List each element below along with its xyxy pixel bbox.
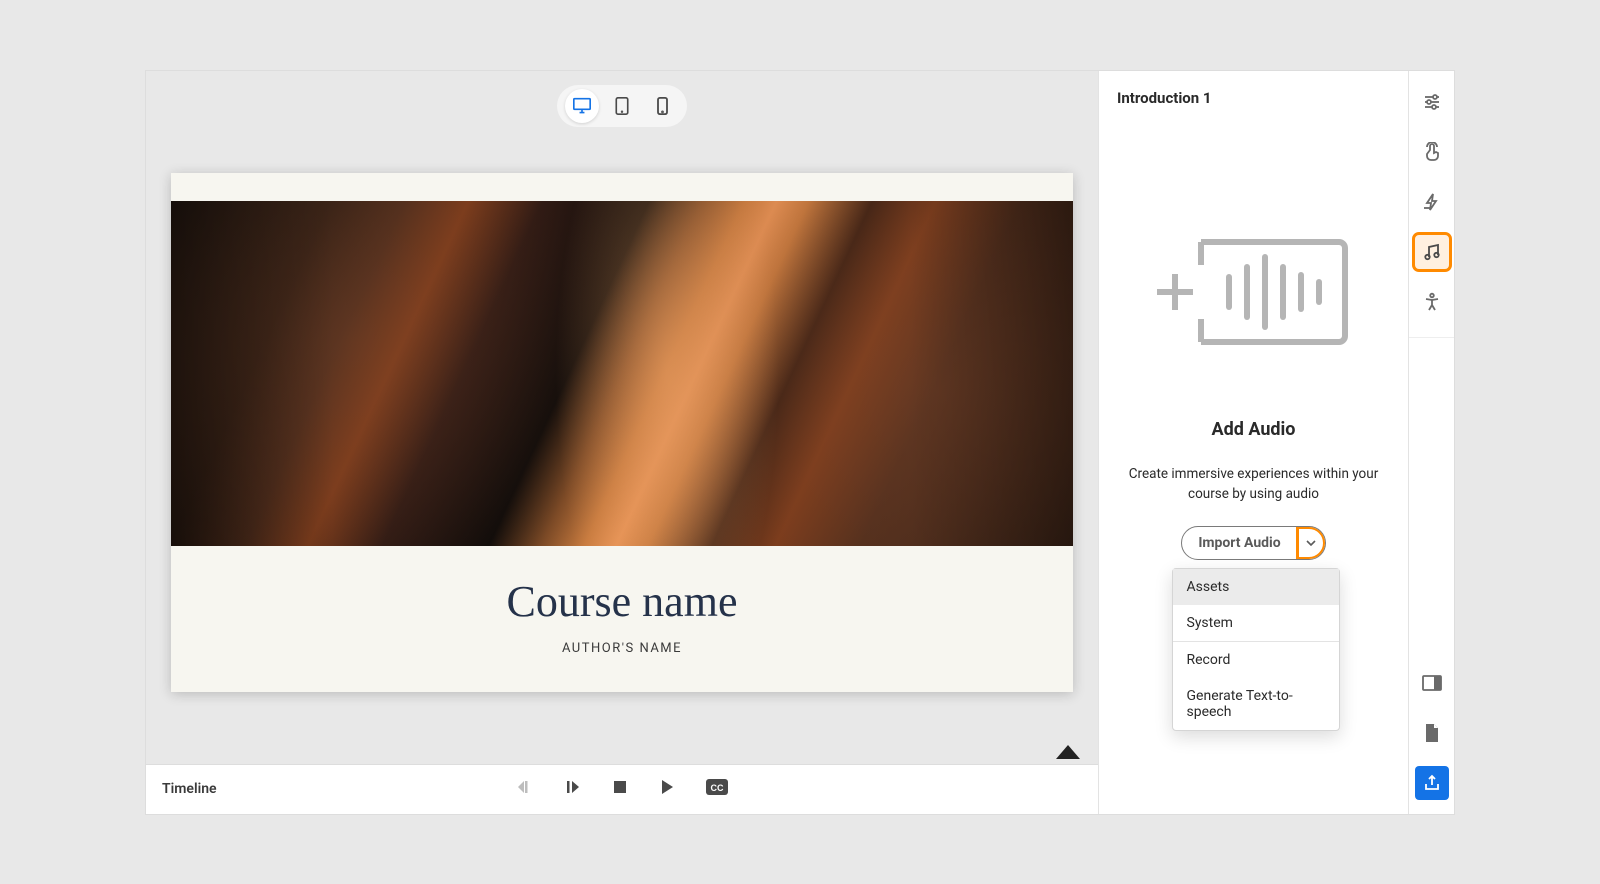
tablet-icon — [615, 97, 629, 115]
main-area: Course name AUTHOR'S NAME Timeline — [146, 71, 1098, 814]
sliders-icon — [1422, 92, 1442, 112]
share-icon — [1423, 774, 1441, 792]
rail-settings-button[interactable] — [1415, 85, 1449, 119]
page-icon — [1424, 723, 1440, 743]
side-panel-title: Introduction 1 — [1117, 89, 1390, 107]
device-toggle-bar — [146, 71, 1098, 143]
rail-divider — [1409, 337, 1454, 338]
slide-title[interactable]: Course name — [171, 576, 1073, 627]
dropdown-item-tts[interactable]: Generate Text-to-speech — [1173, 678, 1339, 730]
rail-accessibility-button[interactable] — [1415, 285, 1449, 319]
import-audio-dropdown-toggle[interactable] — [1297, 527, 1325, 559]
step-forward-button[interactable] — [564, 778, 582, 800]
rail-triggers-button[interactable] — [1415, 185, 1449, 219]
play-button[interactable] — [658, 778, 676, 800]
svg-text:CC: CC — [711, 783, 724, 793]
side-panel: Introduction 1 Add Audio Create immer — [1098, 71, 1408, 814]
music-icon — [1422, 242, 1442, 262]
skip-back-icon — [516, 778, 534, 796]
device-toggle-pill — [557, 85, 687, 127]
slide[interactable]: Course name AUTHOR'S NAME — [171, 173, 1073, 692]
person-icon — [1422, 292, 1442, 312]
lightning-icon — [1422, 192, 1442, 212]
import-audio-dropdown: Assets System Record Generate Text-to-sp… — [1172, 568, 1340, 731]
import-audio-split-button: Import Audio — [1181, 526, 1325, 560]
device-desktop-button[interactable] — [565, 89, 599, 123]
dropdown-item-system[interactable]: System — [1173, 605, 1339, 641]
add-audio-heading: Add Audio — [1117, 419, 1390, 440]
stop-button[interactable] — [612, 779, 628, 799]
add-audio-description: Create immersive experiences within your… — [1117, 464, 1390, 505]
skip-back-button[interactable] — [516, 778, 534, 800]
chevron-down-icon — [1306, 540, 1316, 546]
import-audio-button[interactable]: Import Audio — [1182, 527, 1296, 559]
rail-panel-button[interactable] — [1415, 666, 1449, 700]
import-audio-row: Import Audio Assets System Record Genera… — [1117, 526, 1390, 560]
app-container: Course name AUTHOR'S NAME Timeline — [145, 70, 1455, 815]
cc-icon: CC — [706, 779, 728, 795]
timeline-bar: Timeline CC — [146, 764, 1098, 814]
transport-controls: CC — [516, 778, 728, 800]
timeline-collapse-arrow-icon[interactable] — [1056, 745, 1080, 759]
device-tablet-button[interactable] — [605, 89, 639, 123]
play-icon — [658, 778, 676, 796]
step-forward-icon — [564, 778, 582, 796]
timeline-label: Timeline — [162, 781, 217, 797]
rail-audio-button[interactable] — [1415, 235, 1449, 269]
rail-interactions-button[interactable] — [1415, 135, 1449, 169]
dropdown-item-assets[interactable]: Assets — [1173, 569, 1339, 605]
add-audio-illustration-icon — [1149, 227, 1359, 357]
canvas: Course name AUTHOR'S NAME — [146, 143, 1098, 764]
desktop-icon — [572, 97, 592, 115]
mobile-icon — [657, 97, 668, 115]
slide-hero-image — [171, 201, 1073, 546]
stop-icon — [612, 779, 628, 795]
slide-author[interactable]: AUTHOR'S NAME — [171, 641, 1073, 656]
rail-page-button[interactable] — [1415, 716, 1449, 750]
touch-icon — [1422, 142, 1442, 162]
captions-button[interactable]: CC — [706, 779, 728, 799]
panel-icon — [1422, 675, 1442, 691]
right-rail — [1408, 71, 1454, 814]
rail-share-button[interactable] — [1415, 766, 1449, 800]
device-mobile-button[interactable] — [645, 89, 679, 123]
dropdown-item-record[interactable]: Record — [1173, 641, 1339, 678]
